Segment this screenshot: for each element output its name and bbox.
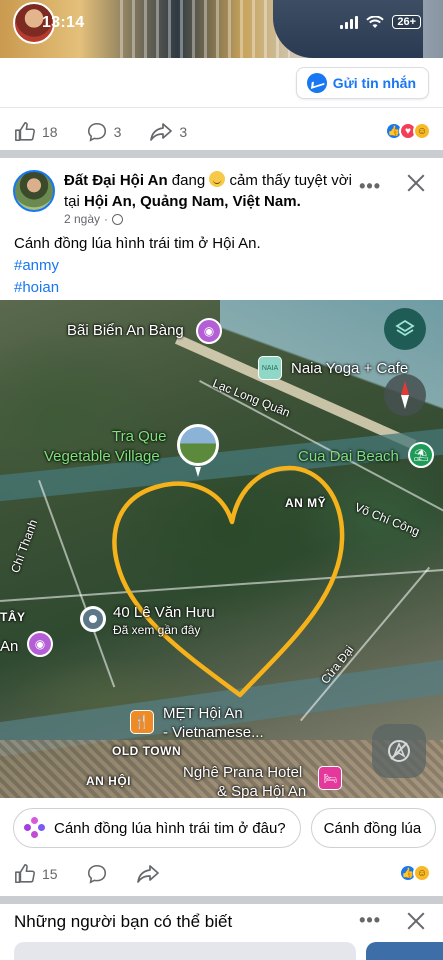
feeling-text: cảm thấy tuyệt vời [229,172,352,189]
status-icons: 26+ [340,15,421,29]
media-pattern [120,0,290,58]
map-label[interactable]: Naia Yoga + Cafe [291,360,408,377]
meta-ai-sparkle-icon [24,817,46,839]
post-header: Đất Đại Hội An đang cảm thấy tuyệt vời t… [0,160,443,232]
globe-icon [112,213,124,225]
like-count: 15 [42,866,58,882]
more-options-button[interactable]: ••• [359,910,381,931]
comment-icon [87,864,106,884]
share-button[interactable]: 3 [149,121,187,143]
post-title: Đất Đại Hội An đang cảm thấy tuyệt vời t… [64,171,352,210]
map-label[interactable]: & Spa Hội An [217,783,306,798]
more-options-button[interactable]: ••• [359,176,381,197]
share-button[interactable] [136,863,160,885]
post-separator [0,150,443,158]
map-label[interactable]: MẸT Hội An [163,705,243,722]
close-icon[interactable] [403,908,429,934]
section-title: Những người bạn có thể biết [14,912,233,931]
prev-post-actions: 18 3 3 👍 ♥ ☺ [0,110,443,154]
compass-button[interactable] [384,374,426,416]
suggestion-chip[interactable]: Cánh đồng lúa [310,808,437,848]
photo-pin-icon[interactable] [177,424,219,466]
comment-button[interactable] [86,863,108,885]
reactions-summary[interactable]: 👍 ☺ [399,864,431,882]
like-button[interactable]: 15 [14,863,58,885]
comment-count: 3 [113,124,122,140]
map-label[interactable]: An [0,638,18,655]
status-time: 13:14 [42,14,85,31]
facebook-feed: 13:14 26+ Gửi tin nhắn 18 3 3 👍 ♥ ☺ Đất … [0,0,443,960]
media-person [273,0,423,58]
map-label[interactable]: 40 Lê Văn Hưu [113,604,215,621]
haha-reaction-icon: ☺ [413,122,431,140]
haha-reaction-icon: ☺ [413,864,431,882]
like-button[interactable]: 18 [14,121,58,143]
area-label: OLD TOWN [112,744,182,758]
area-label: AN MỸ [285,496,327,510]
post-time[interactable]: 2 ngày [64,212,100,226]
previous-post-media[interactable]: 13:14 26+ [0,0,443,58]
post-actions: 15 👍 ☺ [0,852,443,896]
send-message-button[interactable]: Gửi tin nhắn [295,67,429,99]
camera-pin-icon[interactable]: ◉ [196,318,222,344]
map-label[interactable]: Vegetable Village [44,448,160,465]
comment-button[interactable]: 3 [86,121,122,143]
naia-pin-icon[interactable]: NAIA [258,356,282,380]
compass-icon [401,381,409,409]
beach-pin-icon[interactable]: ⛱ [408,442,434,468]
suggestion-chip[interactable]: Cánh đồng lúa hình trái tim ở đâu? [13,808,301,848]
signal-icon [340,15,359,29]
people-you-may-know: Những người bạn có thể biết ••• [0,904,443,960]
reactions-summary[interactable]: 👍 ♥ ☺ [385,122,431,140]
thumbs-up-icon [15,864,35,884]
smile-icon [209,171,226,187]
area-label: AN HỘI [86,774,131,788]
camera-pin-icon[interactable]: ◉ [27,631,53,657]
hotel-pin-icon[interactable]: 🛏 [318,766,342,790]
like-count: 18 [42,124,58,140]
post-caption: Cánh đồng lúa hình trái tim ở Hội An. [14,235,261,252]
hashtag-link[interactable]: #hoian [14,277,434,299]
share-count: 3 [179,124,188,140]
post-body: Cánh đồng lúa hình trái tim ở Hội An. #a… [14,233,434,299]
area-label: TÂY [0,610,26,624]
chip-label: Cánh đồng lúa [323,819,422,837]
share-icon [136,865,159,883]
avatar[interactable] [13,170,55,212]
friend-suggestion-card[interactable] [14,942,356,960]
friend-suggestion-card[interactable] [366,942,443,960]
map-image[interactable]: ◉ Bãi Biển An Bàng NAIA Naia Yoga + Cafe… [0,300,443,798]
map-sublabel: Đã xem gần đây [113,623,201,637]
chip-label: Cánh đồng lúa hình trái tim ở đâu? [54,819,286,837]
wifi-icon [366,15,385,28]
hashtag-link[interactable]: #anmy [14,255,434,277]
share-icon [150,123,173,141]
map-label[interactable]: Bãi Biển An Bàng [67,322,184,339]
suggested-questions: Cánh đồng lúa hình trái tim ở đâu? Cánh … [0,808,443,852]
thumbs-up-icon [15,122,35,142]
map-layers-button[interactable] [384,308,426,350]
location-link[interactable]: Hội An, Quảng Nam, Việt Nam [84,193,297,210]
map-label[interactable]: - Vietnamese... [163,724,264,741]
action-text: đang [171,172,206,189]
location-prefix: tại [64,193,80,210]
send-message-label: Gửi tin nhắn [332,75,416,91]
close-icon[interactable] [403,170,429,196]
author-name[interactable]: Đất Đại Hội An [64,172,168,189]
battery-indicator: 26+ [392,15,421,29]
comment-icon [87,122,106,142]
restaurant-pin-icon[interactable]: 🍴 [130,710,154,734]
recenter-button[interactable] [372,724,426,778]
layers-icon [395,319,415,337]
messenger-icon [306,73,327,93]
post-meta: 2 ngày · [64,212,124,226]
map-label[interactable]: Cua Dai Beach [298,448,399,465]
location-pin-icon[interactable] [80,606,106,632]
map-label[interactable]: Nghê Prana Hotel [183,764,302,781]
post-separator [0,896,443,904]
navigation-off-icon [388,740,410,762]
map-label[interactable]: Tra Que [112,428,166,445]
message-bar: Gửi tin nhắn [0,58,443,108]
